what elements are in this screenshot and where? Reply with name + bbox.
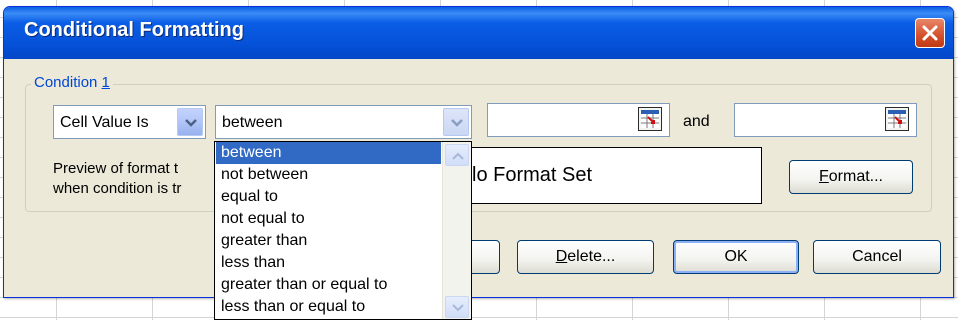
dropdown-scrollbar[interactable] bbox=[442, 142, 471, 319]
format-preview: lo Format Set bbox=[471, 147, 762, 204]
dropdown-option[interactable]: not equal to bbox=[216, 208, 441, 230]
range-select-icon bbox=[888, 110, 906, 128]
condition-type-select[interactable]: Cell Value Is bbox=[53, 105, 206, 139]
range-picker-button-1[interactable] bbox=[638, 107, 662, 131]
close-button[interactable] bbox=[915, 18, 945, 48]
range-select-icon bbox=[641, 110, 659, 128]
chevron-up-icon bbox=[452, 152, 464, 160]
operator-dropdown-list[interactable]: between not between equal to not equal t… bbox=[214, 141, 472, 320]
chevron-down-icon bbox=[185, 119, 197, 127]
dropdown-option[interactable]: equal to bbox=[216, 186, 441, 208]
cancel-button[interactable]: Cancel bbox=[813, 240, 941, 274]
chevron-down-icon bbox=[452, 304, 464, 312]
format-button-label: ormat... bbox=[828, 168, 883, 185]
range-picker-button-2[interactable] bbox=[885, 107, 909, 131]
scroll-up-button[interactable] bbox=[445, 144, 469, 166]
condition-number: 1 bbox=[101, 74, 110, 91]
value1-input[interactable] bbox=[487, 103, 670, 137]
delete-button-accel: D bbox=[555, 248, 568, 265]
dropdown-option[interactable]: greater than or equal to bbox=[216, 274, 441, 296]
and-label: and bbox=[683, 113, 710, 130]
operator-value: between bbox=[222, 114, 283, 131]
dropdown-option[interactable]: less than bbox=[216, 252, 441, 274]
scroll-down-button[interactable] bbox=[445, 296, 469, 318]
title-bar[interactable]: Conditional Formatting bbox=[4, 7, 953, 59]
operator-select[interactable]: between bbox=[215, 105, 472, 139]
condition-type-value: Cell Value Is bbox=[60, 114, 149, 131]
condition-legend-label: Condition bbox=[34, 74, 102, 91]
preview-text: lo Format Set bbox=[472, 164, 593, 186]
delete-button-label: elete... bbox=[567, 248, 616, 265]
dropdown-option[interactable]: between bbox=[216, 142, 441, 164]
delete-button[interactable]: Delete... bbox=[517, 240, 654, 274]
ok-button[interactable]: OK bbox=[673, 240, 799, 274]
dropdown-option[interactable]: greater than bbox=[216, 230, 441, 252]
chevron-down-icon bbox=[451, 119, 463, 127]
format-button-accel: F bbox=[818, 168, 829, 185]
dropdown-option[interactable]: less than or equal to bbox=[216, 296, 441, 318]
dropdown-option[interactable]: not between bbox=[216, 164, 441, 186]
preview-label-line1: Preview of format t bbox=[53, 160, 179, 177]
preview-label-line2: when condition is tr bbox=[53, 180, 182, 197]
format-button[interactable]: Format... bbox=[789, 160, 913, 194]
condition-type-dropdown-button[interactable] bbox=[177, 108, 203, 136]
condition-legend: Condition 1 bbox=[31, 74, 113, 91]
value2-input[interactable] bbox=[734, 103, 917, 137]
dialog-title: Conditional Formatting bbox=[24, 19, 244, 41]
operator-dropdown-button[interactable] bbox=[443, 108, 469, 136]
close-icon bbox=[922, 25, 938, 41]
